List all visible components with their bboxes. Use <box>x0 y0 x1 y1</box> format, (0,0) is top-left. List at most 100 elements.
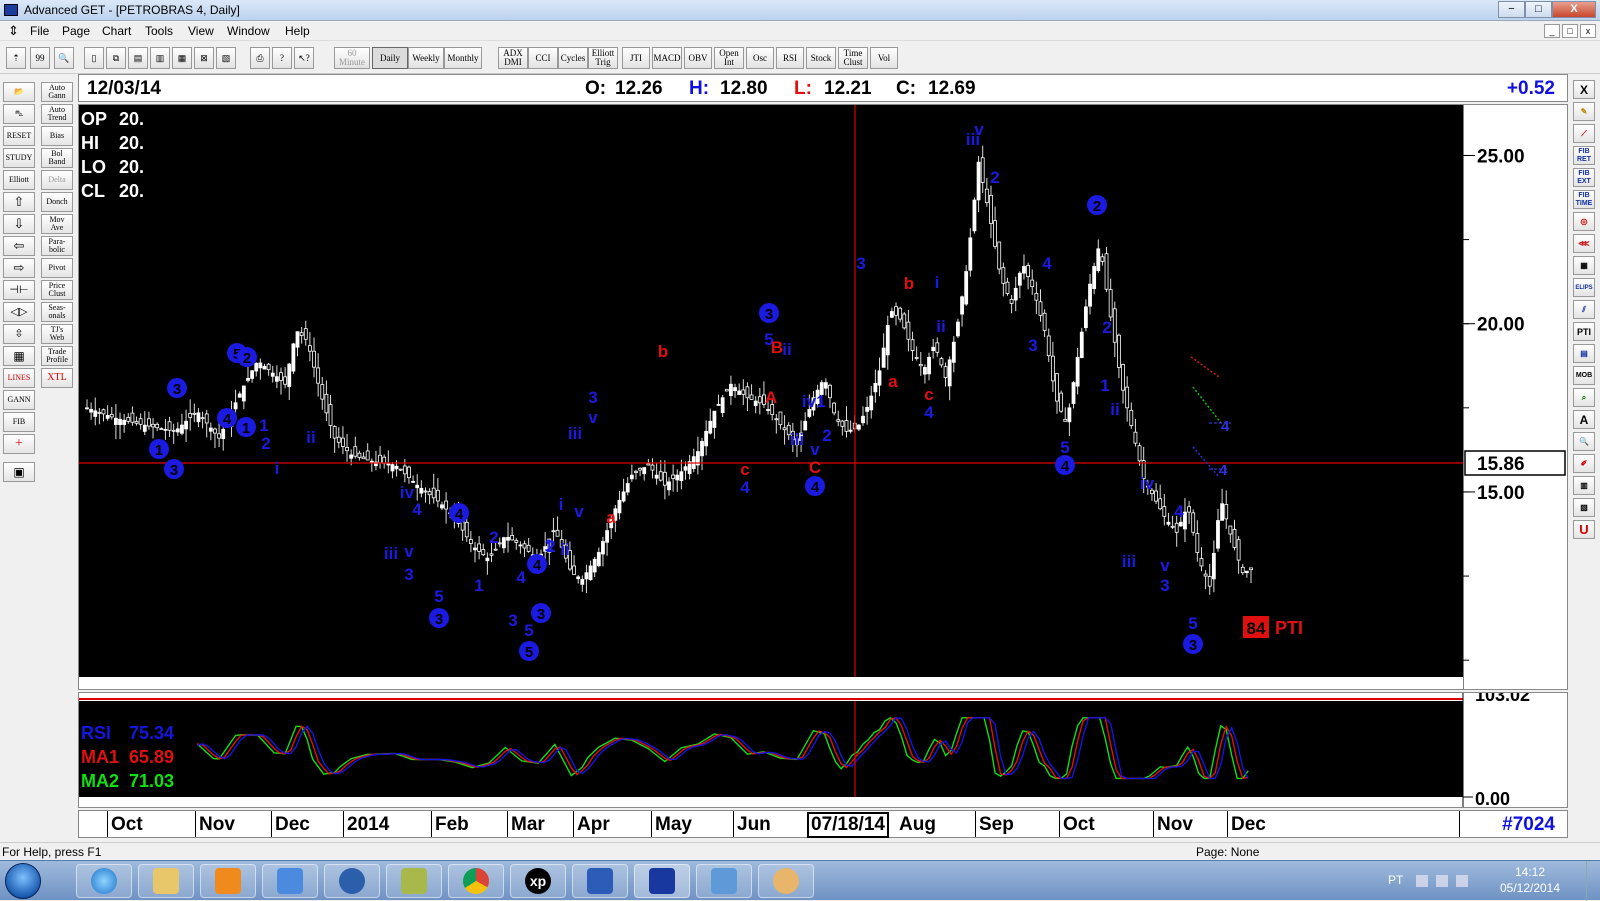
lines-icon[interactable]: LINES <box>3 368 35 388</box>
grid-icon[interactable]: ▦ <box>1573 256 1595 275</box>
study-time-clust[interactable]: Time Clust <box>838 47 868 69</box>
price-clust-button[interactable]: Price Clust <box>41 280 73 300</box>
expand-h-icon[interactable]: ◁▷ <box>3 302 35 322</box>
trade-profile-button[interactable]: Trade Profile <box>41 346 73 366</box>
ie-icon[interactable] <box>76 864 132 898</box>
pointer-icon[interactable]: ⇡ <box>6 47 26 69</box>
expand-icon[interactable]: ⊣⊢ <box>3 280 35 300</box>
fib-time-icon[interactable]: FIB TIME <box>1573 190 1595 209</box>
auto-trend-button[interactable]: Auto Trend <box>41 104 73 124</box>
signal-icon[interactable] <box>1436 875 1448 887</box>
tray-arrow-icon[interactable] <box>1416 875 1428 887</box>
photo-icon[interactable] <box>696 864 752 898</box>
arrow-left-icon[interactable]: ⇦ <box>3 236 35 256</box>
menu-tools[interactable]: Tools <box>145 24 173 38</box>
clock[interactable]: 14:12 05/12/2014 <box>1490 864 1570 896</box>
pivot-button[interactable]: Pivot <box>41 258 73 278</box>
price-chart-svg[interactable]: 15.0020.0025.0015.8633145 2121iiiiiiiv4v3… <box>79 105 1567 689</box>
bol-band-button[interactable]: Bol Band <box>41 148 73 168</box>
arrow-down-icon[interactable]: ⇩ <box>3 214 35 234</box>
price-chart[interactable]: 15.00 20.00 25.00 15.86 3 3 1 4 5 2 1 2 1 i ii iii iv 4 v 3… <box>78 104 1568 690</box>
pencil-icon[interactable]: ✎ <box>1573 102 1595 121</box>
channel-icon[interactable]: ⫽ <box>1573 300 1595 319</box>
page-icon[interactable]: ▤ <box>128 47 148 69</box>
layers2-icon[interactable]: ▧ <box>1573 498 1595 517</box>
line-icon[interactable]: ⟋ <box>1573 124 1595 143</box>
tool-icon[interactable] <box>386 864 442 898</box>
arrow-up-icon[interactable]: ⇧ <box>3 192 35 212</box>
page2-icon[interactable]: ▥ <box>150 47 170 69</box>
timeframe-60-minute[interactable]: 60 Minute <box>334 47 370 69</box>
parabolic-button[interactable]: Para- bolic <box>41 236 73 256</box>
zoom-icon[interactable]: 🔍 <box>54 47 74 69</box>
fan-icon[interactable]: ⋘ <box>1573 234 1595 253</box>
explorer-icon[interactable] <box>138 864 194 898</box>
zoom-tool-icon[interactable]: 🔍 <box>1573 432 1595 451</box>
page3-icon[interactable]: ▧ <box>216 47 236 69</box>
network-icon[interactable] <box>262 864 318 898</box>
grid-icon[interactable]: ▦ <box>172 47 192 69</box>
eraser-icon[interactable]: ✐ <box>1573 454 1595 473</box>
open-folder-icon[interactable]: 📂 <box>3 82 35 102</box>
timeframe-daily[interactable]: Daily <box>372 47 408 69</box>
close-button[interactable]: X <box>1552 1 1596 18</box>
fib-ext-icon[interactable]: FIB EXT <box>1573 168 1595 187</box>
mdi-restore-button[interactable]: □ <box>1562 24 1578 38</box>
seasonals-button[interactable]: Seas- onals <box>41 302 73 322</box>
close-doc-icon[interactable]: ⊠ <box>194 47 214 69</box>
rsi-panel[interactable]: 103.02 0.00 RSI 75.34 MA1 65.89 MA2 71.03 <box>78 685 1568 809</box>
text-icon[interactable]: A <box>1573 410 1595 429</box>
paint-icon[interactable] <box>758 864 814 898</box>
language-indicator[interactable]: PT <box>1388 873 1403 887</box>
arrow-right-icon[interactable]: ⇨ <box>3 258 35 278</box>
fib-icon[interactable]: FIB <box>3 412 35 432</box>
elliott-icon[interactable]: Elliott <box>3 170 35 190</box>
study-osc[interactable]: Osc <box>746 47 774 69</box>
study-vol[interactable]: Vol <box>870 47 898 69</box>
study-rsi[interactable]: RSI <box>776 47 804 69</box>
mdi-minimize-button[interactable]: _ <box>1544 24 1560 38</box>
volume-icon[interactable] <box>1456 875 1468 887</box>
menu-file[interactable]: File <box>30 24 49 38</box>
menu-window[interactable]: Window <box>227 24 270 38</box>
mdi-close-button[interactable]: x <box>1580 24 1596 38</box>
show-desktop-button[interactable] <box>1586 861 1600 901</box>
close-icon[interactable]: X <box>1573 80 1595 99</box>
new-icon[interactable]: ▯ <box>84 47 104 69</box>
word-icon[interactable] <box>572 864 628 898</box>
rsi-chart-svg[interactable]: 103.02 0.00 <box>79 685 1567 809</box>
timeframe-monthly[interactable]: Monthly <box>444 47 482 69</box>
grid-tool-icon[interactable]: ▦ <box>3 346 35 366</box>
xtl-button[interactable]: XTL <box>41 368 73 388</box>
crosshair-icon[interactable]: + <box>3 434 35 454</box>
mov-ave-button[interactable]: Mov Ave <box>41 214 73 234</box>
print-icon[interactable]: ⎙ <box>250 47 270 69</box>
study-stock[interactable]: Stock <box>806 47 836 69</box>
start-button[interactable] <box>5 863 41 899</box>
magnet-icon[interactable]: U <box>1573 520 1595 539</box>
hp-icon[interactable] <box>324 864 380 898</box>
study-cycles[interactable]: Cycles <box>558 47 588 69</box>
minimize-button[interactable]: − <box>1498 1 1525 18</box>
study-cci[interactable]: CCI <box>528 47 558 69</box>
menu-page[interactable]: Page <box>62 24 90 38</box>
menu-view[interactable]: View <box>188 24 214 38</box>
cars-icon[interactable]: ⛍ <box>3 104 35 124</box>
chrome-icon[interactable] <box>448 864 504 898</box>
media-player-icon[interactable] <box>200 864 256 898</box>
help-icon[interactable]: ? <box>272 47 292 69</box>
menu-help[interactable]: Help <box>285 24 310 38</box>
pti-icon[interactable]: PTI <box>1573 322 1595 341</box>
study-elliott-trig[interactable]: Elliott Trig <box>588 47 618 69</box>
donch-button[interactable]: Donch <box>41 192 73 212</box>
table-icon[interactable]: ▤ <box>1573 344 1595 363</box>
circle-icon[interactable]: ◎ <box>1573 212 1595 231</box>
study-adx-dmi[interactable]: ADX DMI <box>498 47 528 69</box>
study-icon[interactable]: STUDY <box>3 148 35 168</box>
reset-icon[interactable]: RESET <box>3 126 35 146</box>
copy-icon[interactable]: ⧉ <box>106 47 126 69</box>
bias-button[interactable]: Bias <box>41 126 73 146</box>
document-icon[interactable]: ⇕ <box>8 24 20 38</box>
xp-icon[interactable]: xp <box>510 864 566 898</box>
magnifier-icon[interactable]: ⌕ <box>1573 388 1595 407</box>
